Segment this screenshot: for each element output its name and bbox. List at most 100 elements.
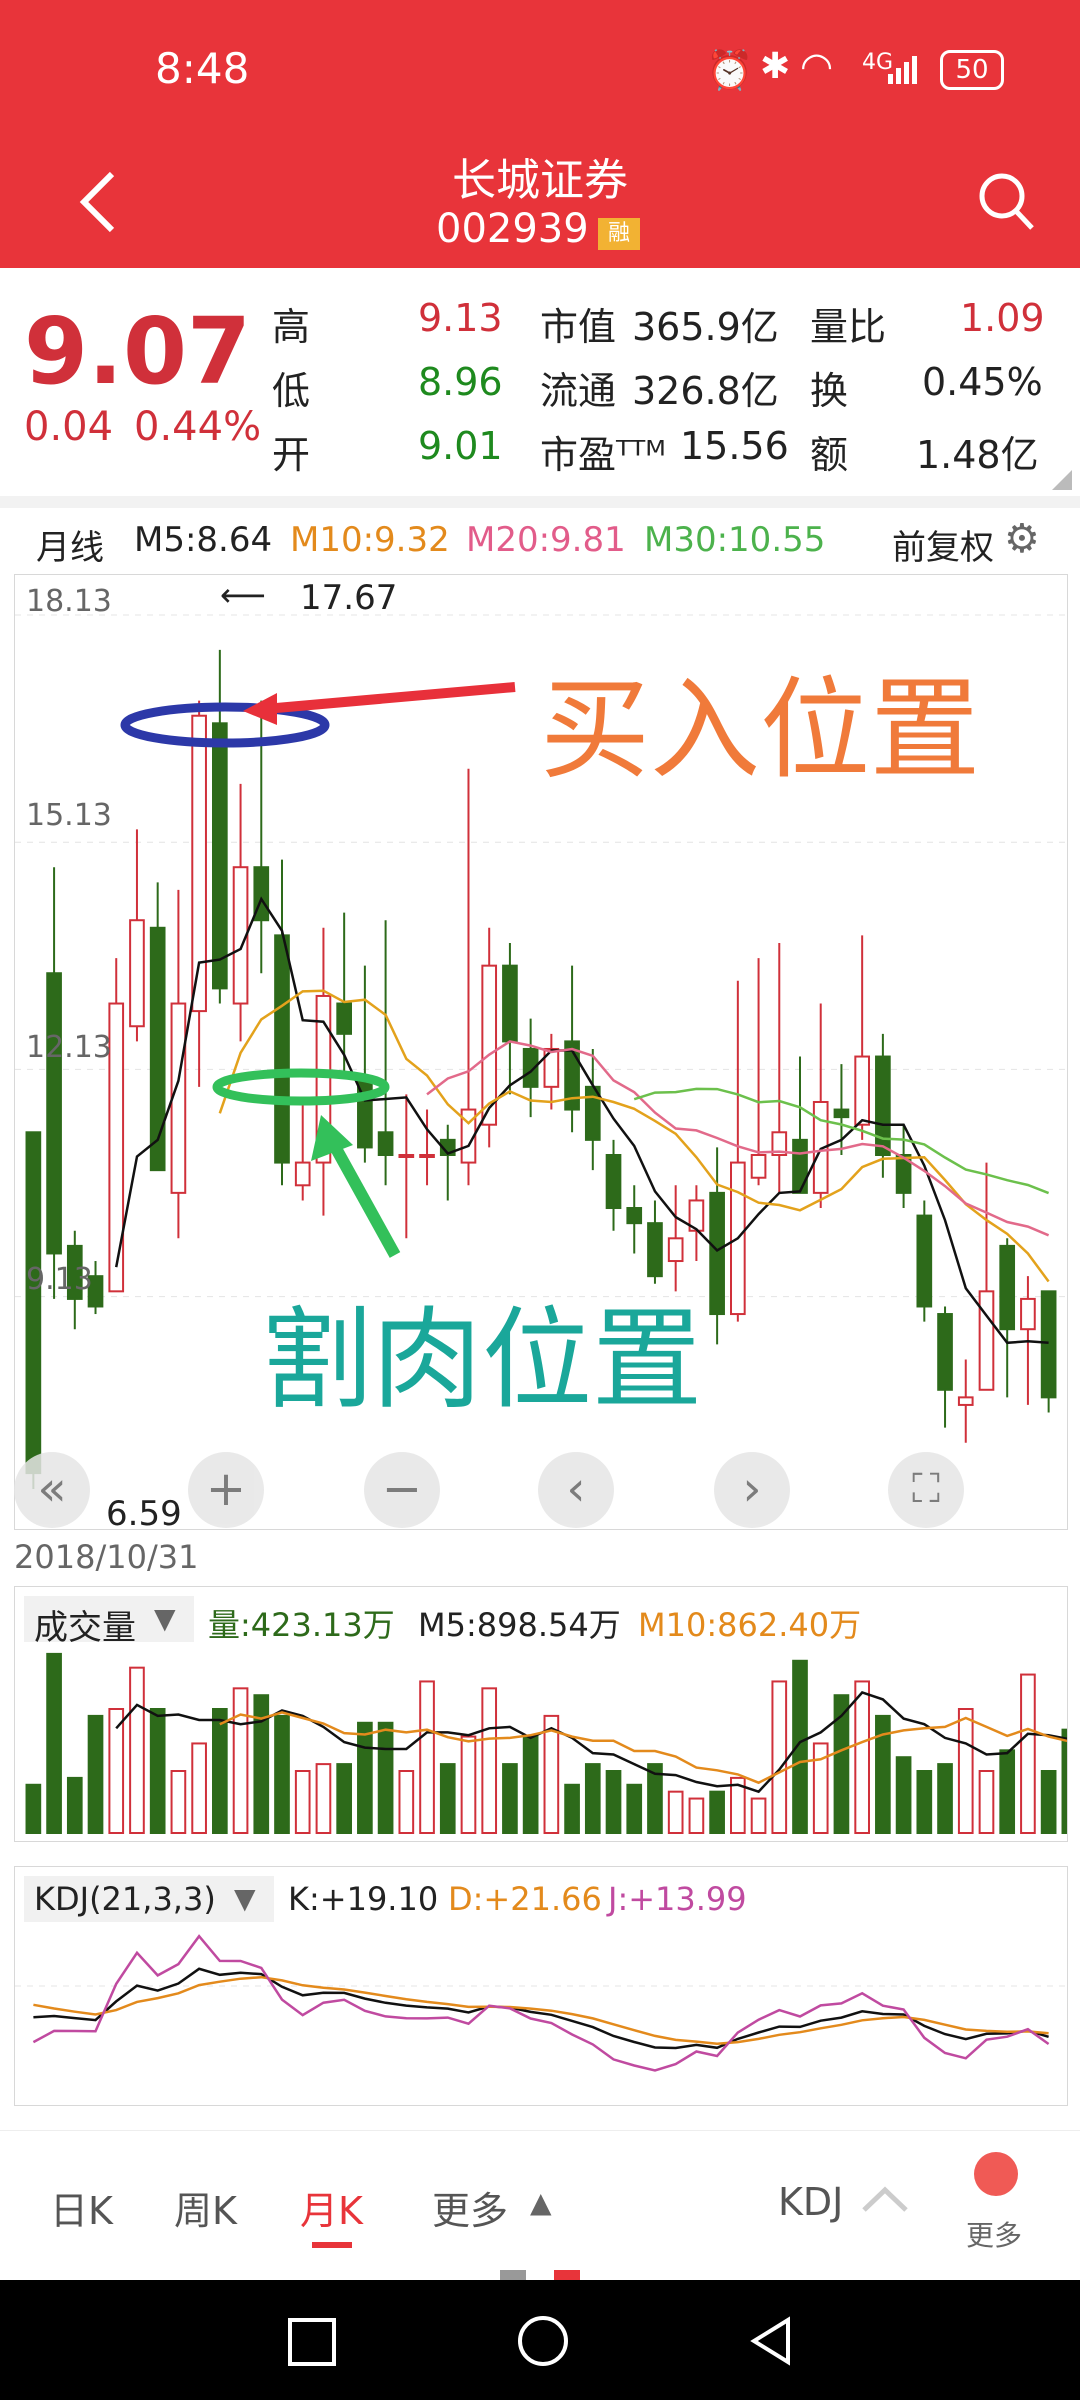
candle-body	[875, 1055, 891, 1157]
high-value: 9.13	[418, 296, 503, 340]
kdj-j-line	[32, 1934, 1050, 2072]
page-dot-active	[554, 2270, 580, 2280]
volume-selector[interactable]: 成交量 ▼	[24, 1596, 194, 1648]
volume-bar	[398, 1770, 415, 1834]
tab-week-k[interactable]: 周K	[174, 2180, 237, 2235]
volume-bar	[605, 1770, 622, 1834]
candle-body	[937, 1313, 953, 1391]
scroll-left-fast-icon[interactable]: «	[14, 1452, 90, 1528]
volume-bar	[149, 1708, 166, 1834]
volume-bar	[46, 1652, 62, 1834]
ma30-value: M30:10.55	[644, 520, 826, 560]
candle-body	[667, 1237, 684, 1263]
amount-label: 额	[810, 433, 849, 477]
scroll-left-icon[interactable]: ‹	[538, 1452, 614, 1528]
price-change-pct: 0.44%	[134, 404, 262, 450]
tab-month-k[interactable]: 月K	[300, 2180, 363, 2235]
mcap-value: 365.9亿	[632, 305, 779, 349]
candle-body	[502, 964, 518, 1043]
volume-bar	[750, 1797, 767, 1834]
candle-body	[274, 934, 290, 1164]
candle-body	[750, 1154, 767, 1179]
candle-body	[398, 1154, 415, 1159]
indicator-selector[interactable]: KDJ	[778, 2180, 843, 2224]
candle-body	[336, 1002, 352, 1035]
tab-day-k[interactable]: 日K	[50, 2180, 113, 2235]
signal-icon	[888, 54, 920, 88]
buy-arrow-shaft	[264, 682, 516, 714]
kdj-selector[interactable]: KDJ(21,3,3) ▼	[24, 1876, 274, 1922]
volume-ratio-label: 量比	[810, 305, 887, 349]
more-button-label[interactable]: 更多	[966, 2214, 1022, 2254]
price-change: 0.04	[24, 404, 114, 450]
candle-body	[46, 972, 62, 1255]
volume-bar	[854, 1680, 870, 1834]
fullscreen-icon[interactable]: ⛶	[888, 1452, 964, 1528]
volume-bar	[212, 1708, 228, 1834]
scroll-right-icon[interactable]: ›	[714, 1452, 790, 1528]
candle-body	[978, 1290, 995, 1391]
volume-value: 量:423.13万	[208, 1606, 395, 1644]
clock: 8:48	[155, 44, 250, 93]
volume-ma5: M5:898.54万	[418, 1606, 621, 1644]
turnover-value: 0.45%	[922, 360, 1043, 404]
volume-ratio-value: 1.09	[960, 296, 1045, 340]
buy-annotation: 买入位置	[540, 666, 980, 794]
volume-bar	[87, 1714, 104, 1834]
candle-body	[626, 1207, 643, 1225]
float-label: 流通	[540, 369, 617, 413]
amount-value: 1.48亿	[916, 433, 1039, 477]
kdj-k-value: K:+19.10	[288, 1880, 439, 1918]
title-bar: 长城证券 002939 融	[0, 140, 1080, 268]
tab-more[interactable]: 更多	[432, 2180, 508, 2235]
mcap-label: 市值	[540, 305, 617, 349]
volume-bar	[377, 1721, 394, 1834]
system-nav-bar	[0, 2280, 1080, 2400]
expand-corner-icon[interactable]	[1052, 470, 1072, 494]
buy-arrow-head	[243, 693, 277, 725]
candle-body	[294, 1161, 311, 1187]
volume-bar	[315, 1763, 332, 1834]
volume-bar	[294, 1770, 311, 1834]
margin-badge: 融	[598, 218, 640, 250]
volume-ma10: M10:862.40万	[638, 1606, 862, 1644]
stock-name: 长城证券	[452, 155, 628, 206]
recent-apps-icon[interactable]	[288, 2318, 336, 2366]
turnover-label: 换	[810, 369, 849, 413]
candle-body	[957, 1396, 974, 1406]
low-label: 低	[272, 369, 311, 413]
candle-body	[419, 1154, 435, 1159]
alarm-icon: ⏰	[706, 48, 754, 92]
volume-bar	[584, 1763, 601, 1834]
volume-bar	[502, 1763, 518, 1834]
volume-bar	[978, 1770, 995, 1834]
min-price-annotation: 6.59	[106, 1494, 182, 1534]
volume-bar	[274, 1714, 290, 1834]
volume-bar	[895, 1756, 912, 1835]
y-label-3: 12.13	[26, 1030, 112, 1065]
chevron-up-icon[interactable]	[860, 2184, 910, 2218]
high-label: 高	[272, 305, 311, 349]
home-icon[interactable]	[518, 2316, 568, 2366]
back-nav-icon[interactable]	[748, 2316, 792, 2370]
settings-gear-icon[interactable]: ⚙	[1004, 516, 1040, 562]
y-label-2: 15.13	[26, 798, 112, 833]
float-value: 326.8亿	[632, 369, 779, 413]
candle-body	[792, 1138, 808, 1194]
adjust-mode[interactable]: 前复权	[892, 520, 994, 569]
volume-bar	[460, 1735, 477, 1834]
candle-body	[149, 926, 166, 1172]
floating-more-icon[interactable]	[974, 2152, 1018, 2196]
zoom-out-icon[interactable]: −	[364, 1452, 440, 1528]
volume-bar	[999, 1749, 1016, 1834]
pe-label: 市盈ᵀᵀᴹ	[540, 433, 666, 477]
search-icon[interactable]	[976, 170, 1036, 238]
volume-bar	[336, 1763, 352, 1834]
kdj-selector-label: KDJ(21,3,3)	[34, 1880, 216, 1918]
zoom-in-icon[interactable]: +	[188, 1452, 264, 1528]
volume-bar	[709, 1790, 725, 1835]
section-divider	[0, 496, 1080, 508]
candle-body	[833, 1108, 850, 1119]
candle-body	[854, 1055, 870, 1126]
volume-bar	[1061, 1728, 1078, 1835]
